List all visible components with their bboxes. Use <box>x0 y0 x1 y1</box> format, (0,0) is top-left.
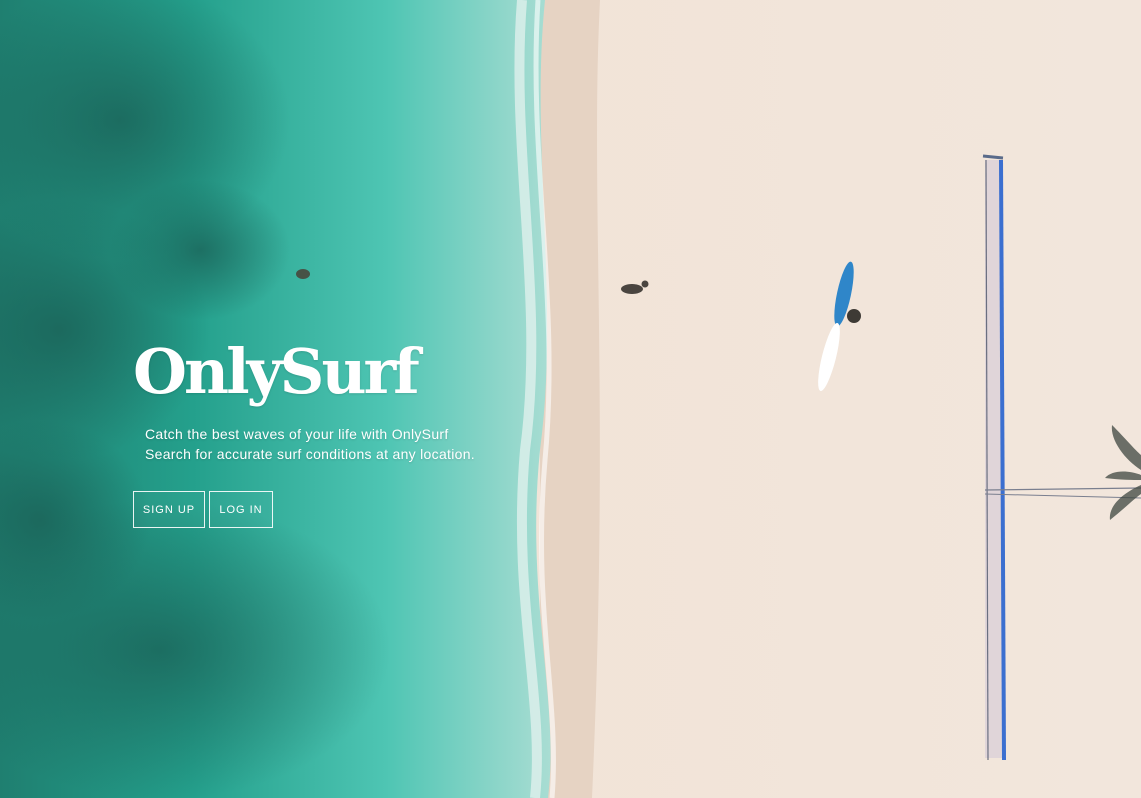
hero-section: OnlySurf Catch the best waves of your li… <box>0 0 1141 798</box>
tagline-line-2: Search for accurate surf conditions at a… <box>145 446 475 462</box>
auth-buttons: SIGN UP LOG IN <box>133 491 273 528</box>
log-in-button[interactable]: LOG IN <box>209 491 273 528</box>
tagline-line-1: Catch the best waves of your life with O… <box>145 426 449 442</box>
brand-logo: OnlySurf <box>133 335 420 408</box>
sign-up-button[interactable]: SIGN UP <box>133 491 205 528</box>
hero-tagline: Catch the best waves of your life with O… <box>145 424 553 464</box>
hero-content: OnlySurf Catch the best waves of your li… <box>133 328 553 528</box>
